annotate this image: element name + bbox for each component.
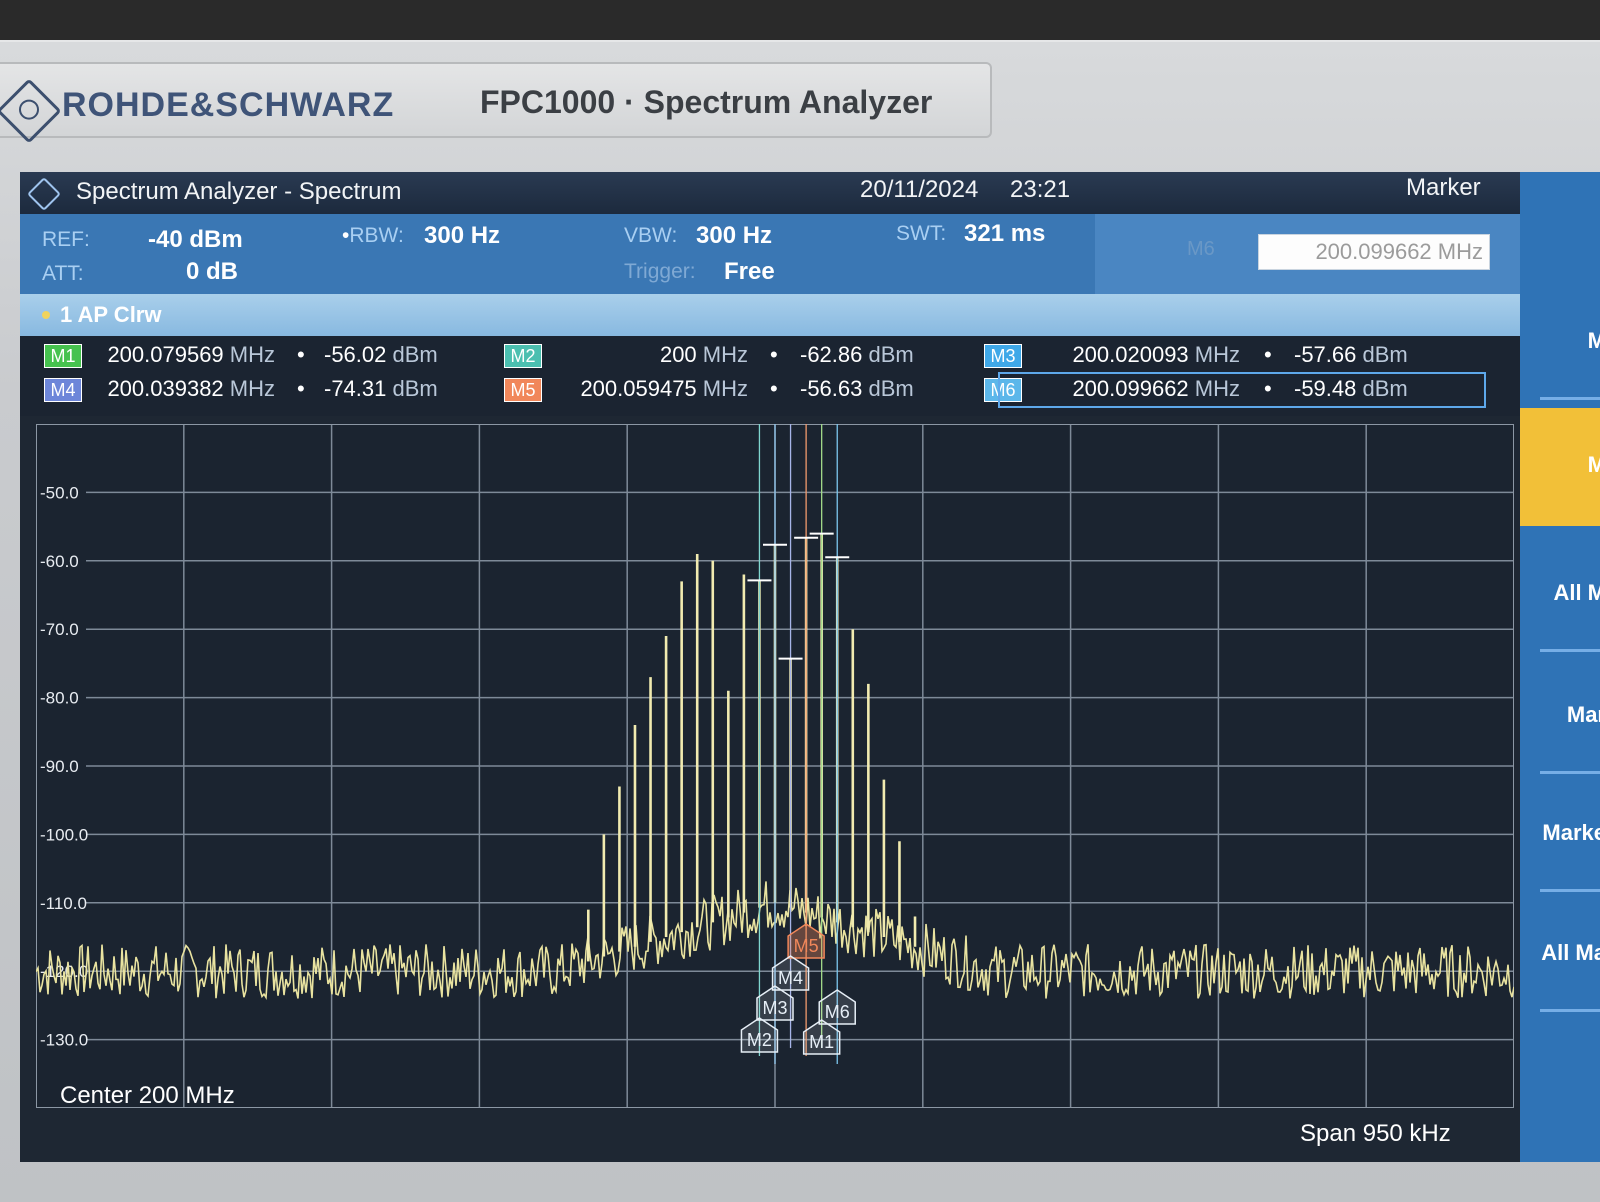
- rbw-label: •RBW:: [342, 224, 404, 247]
- softkey-2[interactable]: M: [1520, 408, 1600, 526]
- y-tick-label: -110.0: [40, 894, 87, 913]
- marker-flag-label: M3: [762, 998, 787, 1018]
- app-title: Spectrum Analyzer - Spectrum: [76, 178, 402, 205]
- marker-separator-dot: •: [297, 376, 305, 401]
- swt-value[interactable]: 321 ms: [964, 220, 1045, 248]
- marker-frequency-m5: 200.059475 MHz: [580, 376, 748, 401]
- marker-flag-label: M2: [747, 1030, 772, 1050]
- trace-label: 1 AP Clrw: [60, 302, 162, 327]
- ref-label: REF:: [42, 228, 90, 251]
- spectrum-plot[interactable]: -50.0 -60.0 -70.0 -80.0 -90.0 -100.0 -110.0 -12…: [36, 424, 1514, 1108]
- marker-level-m5: -56.63 dBm: [800, 376, 914, 401]
- trigger-value[interactable]: Free: [724, 258, 775, 286]
- marker-flag-label: M6: [825, 1002, 850, 1022]
- marker-separator-dot: •: [1264, 342, 1272, 367]
- y-tick-label: -70.0: [40, 620, 79, 639]
- marker-flag-m6[interactable]: M6: [818, 989, 856, 1025]
- marker-separator-dot: •: [770, 342, 778, 367]
- marker-tag-m2[interactable]: M2: [504, 344, 542, 368]
- model-name: FPC1000 · Spectrum Analyzer: [480, 84, 933, 120]
- marker-separator-dot: •: [770, 376, 778, 401]
- center-frequency-label: Center 200 MHz: [60, 1082, 235, 1109]
- att-value[interactable]: 0 dB: [186, 258, 238, 286]
- y-tick-label: -100.0: [40, 825, 88, 844]
- y-tick-label: -80.0: [40, 689, 79, 708]
- marker-flag-m4[interactable]: M4: [771, 955, 810, 991]
- softkey-sidebar: M M All M Mar Marke All Ma: [1520, 172, 1600, 1162]
- marker-separator-dot: •: [297, 342, 305, 367]
- marker-flag-m3[interactable]: M3: [756, 985, 794, 1021]
- softkey-4[interactable]: Mar: [1520, 658, 1600, 776]
- span-label: Span 950 kHz: [1300, 1120, 1451, 1147]
- marker-level-m2: -62.86 dBm: [800, 342, 914, 367]
- marker-frequency-input[interactable]: [1258, 234, 1490, 270]
- marker-flag-label: M4: [778, 968, 803, 988]
- marker-tag-m1[interactable]: M1: [44, 344, 82, 368]
- marker-entry-label: M6: [1187, 238, 1215, 260]
- y-tick-label: -130.0: [40, 1031, 88, 1050]
- spectrum-svg[interactable]: -50.0-60.0-70.0-80.0-90.0-100.0-110.0-12…: [36, 424, 1514, 1108]
- marker-tag-m3[interactable]: M3: [984, 344, 1022, 368]
- softkey-3[interactable]: All M: [1520, 536, 1600, 654]
- selected-marker-highlight: [998, 372, 1486, 408]
- softkey-1[interactable]: M: [1520, 284, 1600, 402]
- marker-frequency-m4: 200.039382 MHz: [107, 376, 275, 401]
- softkey-6[interactable]: All Ma: [1520, 896, 1600, 1014]
- marker-flag-m1[interactable]: M1: [802, 1019, 841, 1055]
- softkey-5[interactable]: Marke: [1520, 776, 1600, 894]
- time-display: 23:21: [1010, 176, 1071, 203]
- vbw-value[interactable]: 300 Hz: [696, 222, 772, 250]
- marker-tag-m4[interactable]: M4: [44, 378, 82, 402]
- trigger-label: Trigger:: [624, 260, 696, 283]
- marker-flag-m2[interactable]: M2: [740, 1017, 779, 1053]
- title-bar: Spectrum Analyzer - Spectrum 20/11/2024 …: [20, 172, 1520, 214]
- trace-info-bar[interactable]: 1 AP Clrw: [20, 294, 1520, 336]
- marker-frequency-m1: 200.079569 MHz: [107, 342, 275, 367]
- y-tick-label: -90.0: [40, 757, 79, 776]
- date-display: 20/11/2024: [860, 176, 979, 203]
- swt-label: SWT:: [896, 222, 947, 245]
- brand-name: ROHDE&SCHWARZ: [62, 86, 395, 124]
- marker-tag-m5[interactable]: M5: [504, 378, 542, 402]
- y-tick-label: -60.0: [40, 552, 79, 571]
- ref-value[interactable]: -40 dBm: [148, 226, 243, 254]
- marker-flag-m5[interactable]: M5: [787, 923, 825, 959]
- trace-indicator-icon: [42, 311, 50, 319]
- y-tick-label: -50.0: [40, 483, 79, 502]
- marker-level-m3: -57.66 dBm: [1294, 342, 1408, 367]
- marker-flag-label: M1: [809, 1032, 834, 1052]
- app-icon: [27, 177, 61, 211]
- marker-flag-label: M5: [794, 936, 819, 956]
- mode-title: Marker: [1406, 174, 1481, 201]
- vbw-label: VBW:: [624, 224, 678, 247]
- att-label: ATT:: [42, 262, 84, 285]
- marker-frequency-m2: 200 MHz: [659, 342, 748, 367]
- marker-level-m4: -74.31 dBm: [324, 376, 438, 401]
- marker-level-m1: -56.02 dBm: [324, 342, 438, 367]
- rbw-value[interactable]: 300 Hz: [424, 222, 500, 250]
- marker-frequency-m3: 200.020093 MHz: [1072, 342, 1240, 367]
